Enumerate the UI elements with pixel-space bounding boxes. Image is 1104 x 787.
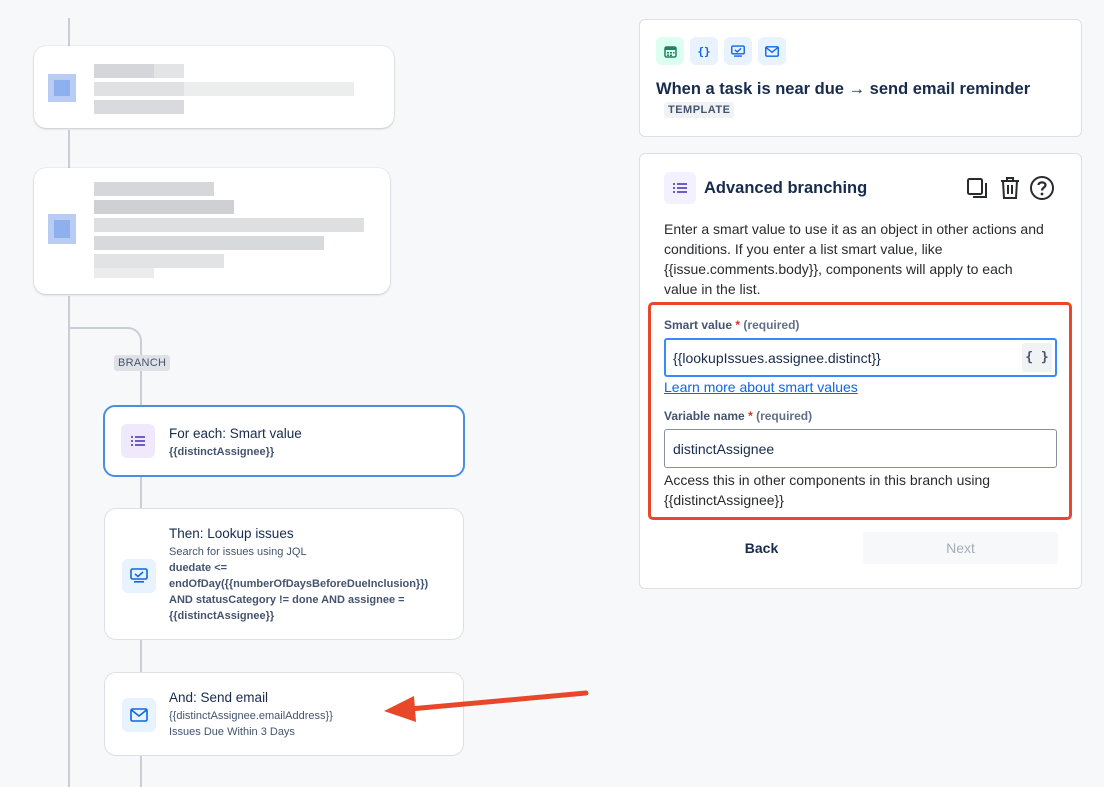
flow-line <box>68 18 70 48</box>
redacted-text <box>184 82 354 96</box>
flow-line <box>140 476 142 509</box>
lookup-issues-node[interactable]: Then: Lookup issues Search for issues us… <box>104 508 464 640</box>
redacted-text <box>94 64 154 78</box>
mail-icon <box>758 37 786 65</box>
node-detail: Search for issues using JQL <box>169 546 307 558</box>
redacted-text <box>94 200 234 214</box>
node-title: Then: Lookup issues <box>169 526 294 541</box>
redacted-text <box>94 100 184 114</box>
list-icon <box>664 172 696 204</box>
redacted-icon <box>54 80 70 96</box>
node-detail: duedate <= <box>169 562 228 574</box>
monitor-icon <box>122 559 156 593</box>
node-title: And: Send email <box>169 690 269 705</box>
monitor-icon <box>724 37 752 65</box>
send-email-node[interactable]: And: Send email {{distinctAssignee.email… <box>104 672 464 756</box>
node-detail: Issues Due Within 3 Days <box>169 726 295 738</box>
braces-icon: {} <box>690 37 718 65</box>
node-detail: {{distinctAssignee}} <box>169 610 275 622</box>
mail-icon <box>122 698 156 732</box>
node-detail: {{distinctAssignee.emailAddress}} <box>169 710 333 722</box>
flow-line <box>68 296 70 787</box>
flow-line <box>140 639 142 672</box>
redacted-condition-card[interactable] <box>34 168 390 294</box>
for-each-node[interactable]: For each: Smart value {{distinctAssignee… <box>103 405 465 477</box>
branch-label: BRANCH <box>114 355 171 371</box>
redacted-text <box>94 268 154 278</box>
flow-line <box>68 130 70 170</box>
template-title: When a task is near due → send email rem… <box>656 80 1031 98</box>
list-icon <box>121 424 155 458</box>
node-title: For each: Smart value <box>169 426 302 441</box>
node-detail: AND statusCategory != done AND assignee … <box>169 594 405 606</box>
node-detail: endOfDay({{numberOfDaysBeforeDueInclusio… <box>169 578 429 590</box>
variable-name-text: distinctAssignee <box>673 440 775 457</box>
back-button[interactable]: Back <box>664 532 859 564</box>
variable-name-input[interactable]: distinctAssignee <box>664 429 1057 468</box>
panel-title: Advanced branching <box>704 179 868 197</box>
template-badge: TEMPLATE <box>664 102 735 118</box>
next-button[interactable]: Next <box>863 532 1058 564</box>
redacted-text <box>94 236 324 250</box>
flow-line <box>68 327 114 329</box>
redacted-text <box>94 182 214 196</box>
smart-value-input[interactable]: {{lookupIssues.assignee.distinct}} { } <box>664 338 1057 377</box>
calendar-icon <box>656 37 684 65</box>
panel-description: Enter a smart value to use it as an obje… <box>664 221 1044 297</box>
duplicate-icon[interactable] <box>966 176 990 200</box>
smart-value-label: Smart value * (required) <box>664 318 800 332</box>
flow-line <box>140 755 142 787</box>
variable-name-label: Variable name * (required) <box>664 409 813 423</box>
smart-value-text: {{lookupIssues.assignee.distinct}} <box>673 349 881 366</box>
node-detail: {{distinctAssignee}} <box>169 446 275 458</box>
smart-value-picker-button[interactable]: { } <box>1022 343 1052 372</box>
learn-more-link[interactable]: Learn more about smart values <box>664 379 858 395</box>
automation-canvas: BRANCH For each: Smart value {{distinctA… <box>0 0 610 787</box>
trash-icon[interactable] <box>998 175 1022 201</box>
help-icon[interactable] <box>1029 175 1055 201</box>
template-header-card: {} When a task is near due → send email … <box>639 19 1082 137</box>
redacted-text <box>94 254 224 268</box>
flow-line <box>114 327 142 355</box>
redacted-text <box>94 218 364 232</box>
advanced-branching-panel: Advanced branching Enter a smart value t… <box>639 153 1082 589</box>
redacted-text <box>154 64 184 78</box>
redacted-trigger-card[interactable] <box>34 46 394 128</box>
variable-help-text: Access this in other components in this … <box>664 472 991 508</box>
redacted-icon <box>54 220 70 238</box>
